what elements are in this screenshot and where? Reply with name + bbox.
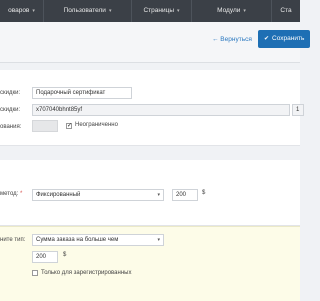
nav-item-extra[interactable]: Ста — [272, 0, 300, 22]
back-link[interactable]: ← Вернуться — [212, 36, 252, 43]
discount-name-input[interactable]: Подарочный сертификат — [32, 87, 132, 99]
save-button-label: Сохранить — [272, 35, 305, 42]
unlimited-checkbox[interactable]: ✓ — [66, 123, 72, 129]
nav-item-pages[interactable]: Страницы ▾ — [132, 0, 192, 22]
conditions-panel: ните тип: Сумма заказа на больше чем ▾ 2… — [0, 226, 300, 301]
discount-details-panel: скидки: Подарочный сертификат скидки: x7… — [0, 70, 304, 146]
chevron-down-icon: ▾ — [32, 8, 35, 14]
condition-type-select[interactable]: Сумма заказа на больше чем ▾ — [32, 234, 164, 246]
usage-limit-input[interactable] — [32, 120, 58, 132]
unlimited-label: Неограниченно — [75, 122, 118, 128]
condition-currency-label: $ — [63, 252, 67, 258]
condition-type-value: Сумма заказа на больше чем — [36, 237, 119, 243]
save-button[interactable]: ✔ Сохранить — [258, 30, 310, 48]
discount-code-input[interactable]: x707040bhnt85yf — [32, 104, 290, 116]
discount-method-label: метод: * — [0, 191, 22, 197]
discount-code-side-field[interactable]: 1 — [292, 104, 304, 116]
nav-label: Ста — [280, 7, 292, 14]
chevron-down-icon: ▾ — [108, 8, 112, 14]
condition-type-label: ните тип: — [0, 237, 26, 243]
usage-limit-label: ования: — [0, 124, 22, 130]
registered-only-label: Только для зарегистрированных — [41, 270, 132, 276]
nav-item-users[interactable]: Пользователи ▾ — [44, 0, 132, 22]
registered-only-checkbox[interactable] — [32, 270, 38, 276]
chevron-down-icon: ▾ — [243, 8, 246, 14]
nav-label: Модули — [217, 7, 241, 14]
discount-name-label: скидки: — [0, 90, 21, 96]
discount-method-select[interactable]: Фиксированный ▾ — [32, 189, 164, 201]
action-bar: ← Вернуться ✔ Сохранить — [0, 22, 310, 63]
discount-code-label: скидки: — [0, 107, 21, 113]
nav-item-products[interactable]: оваров ▾ — [0, 0, 44, 22]
discount-method-panel: метод: * Фиксированный ▾ 200 $ — [0, 160, 300, 226]
checkmark-icon: ✔ — [264, 36, 270, 42]
discount-amount-input[interactable]: 200 — [172, 189, 198, 201]
nav-item-modules[interactable]: Модули ▾ — [192, 0, 272, 22]
chevron-down-icon: ▾ — [157, 237, 160, 243]
chevron-down-icon: ▾ — [177, 8, 180, 14]
discount-method-value: Фиксированный — [36, 192, 81, 198]
chevron-down-icon: ▾ — [157, 192, 160, 198]
discount-method-label-text: метод: — [0, 191, 19, 197]
top-navigation: оваров ▾ Пользователи ▾ Страницы ▾ Модули ▾ … — [0, 0, 300, 23]
nav-label: Страницы — [143, 7, 174, 14]
currency-label: $ — [202, 190, 206, 196]
condition-amount-input[interactable]: 200 — [32, 251, 58, 263]
required-mark: * — [20, 191, 23, 197]
nav-label: Пользователи — [63, 7, 106, 14]
nav-label: оваров — [8, 7, 30, 14]
